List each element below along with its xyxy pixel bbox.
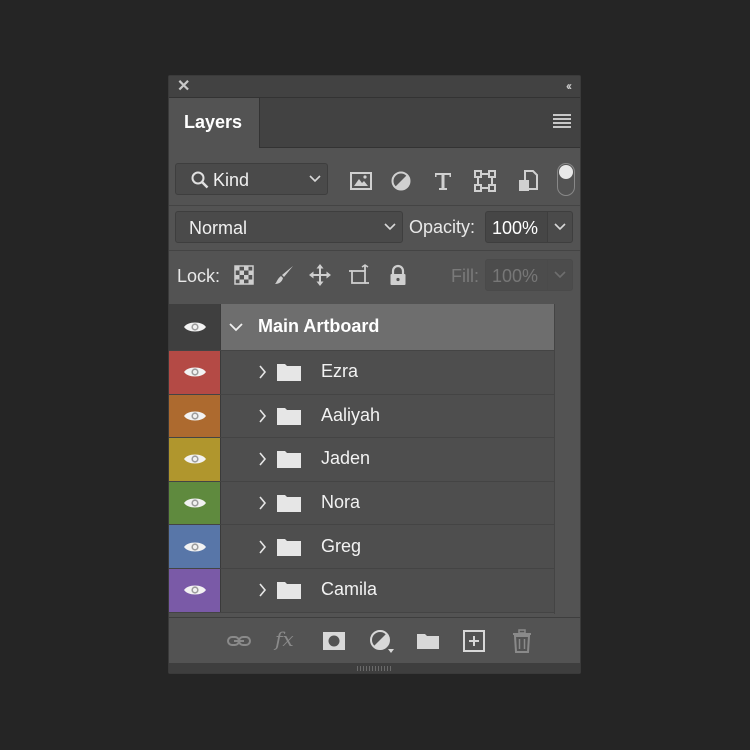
visibility-toggle[interactable] <box>169 394 221 438</box>
visibility-toggle[interactable] <box>169 481 221 525</box>
folder-icon <box>277 495 301 513</box>
image-filter-icon[interactable] <box>349 169 373 193</box>
lock-position-icon[interactable] <box>309 264 331 286</box>
lock-all-icon[interactable] <box>387 264 409 286</box>
eye-icon <box>184 367 206 377</box>
link-layers-icon[interactable] <box>226 628 252 654</box>
layer-row[interactable]: Camila <box>169 569 554 613</box>
eye-icon <box>184 585 206 595</box>
chevron-right-icon[interactable] <box>258 365 268 379</box>
layer-row[interactable]: Nora <box>169 481 554 526</box>
layer-name: Main Artboard <box>258 316 380 336</box>
new-layer-icon[interactable] <box>461 628 487 654</box>
divider <box>169 205 580 206</box>
filter-row: Kind <box>169 149 580 205</box>
kind-filter-label: Kind <box>213 170 250 190</box>
opacity-label: Opacity: <box>409 217 476 237</box>
shape-filter-icon[interactable] <box>473 169 497 193</box>
opacity-slider-button[interactable] <box>547 211 573 243</box>
layer-list: Main Artboard Ezra Aaliyah Jaden Nora Greg Cam… <box>169 304 554 614</box>
chevron-right-icon[interactable] <box>258 409 268 423</box>
panel-footer: fx <box>169 617 580 663</box>
layer-list-scrollbar[interactable] <box>554 304 580 614</box>
folder-icon <box>277 451 301 469</box>
panel-resize-handle[interactable] <box>169 663 580 673</box>
layer-name: Ezra <box>321 361 359 382</box>
eye-icon <box>184 322 206 332</box>
folder-icon <box>277 364 301 382</box>
chevron-down-icon <box>554 223 566 231</box>
blend-mode-value: Normal <box>189 218 248 238</box>
lock-transparent-pixels-icon[interactable] <box>233 264 255 286</box>
eye-icon <box>184 498 206 508</box>
new-adjustment-layer-icon[interactable] <box>368 628 394 654</box>
chevron-down-icon <box>384 223 396 231</box>
panel-title-bar: ✕ ‹‹ <box>169 76 580 98</box>
layer-name: Nora <box>321 492 361 513</box>
filter-toggle[interactable] <box>557 163 575 196</box>
tab-bar: Layers <box>169 98 580 148</box>
fx-icon[interactable]: fx <box>275 627 294 651</box>
tab-layers[interactable]: Layers <box>169 98 260 148</box>
lock-image-pixels-icon[interactable] <box>273 264 295 286</box>
blend-mode-dropdown[interactable]: Normal <box>175 211 403 243</box>
layer-name: Camila <box>321 579 378 600</box>
new-group-icon[interactable] <box>415 628 441 654</box>
layer-row[interactable]: Ezra <box>169 351 554 395</box>
visibility-toggle[interactable] <box>169 569 221 612</box>
fill-label: Fill: <box>451 266 479 286</box>
lock-label: Lock: <box>177 266 221 286</box>
kind-filter-dropdown[interactable]: Kind <box>175 163 328 195</box>
folder-icon <box>277 538 301 556</box>
layer-name: Greg <box>321 535 362 556</box>
type-filter-icon[interactable] <box>431 169 455 193</box>
folder-icon <box>277 582 301 600</box>
chevron-down-icon <box>554 271 566 279</box>
chevron-right-icon[interactable] <box>258 540 268 554</box>
layer-row[interactable]: Aaliyah <box>169 394 554 439</box>
layer-name: Aaliyah <box>321 404 381 425</box>
visibility-toggle[interactable] <box>169 438 221 481</box>
layers-panel: ✕ ‹‹ Layers Kind Normal Opacity: 100% Lo… <box>168 75 581 674</box>
layer-row-artboard[interactable]: Main Artboard <box>169 304 554 351</box>
visibility-toggle[interactable] <box>169 351 221 394</box>
adjustment-filter-icon[interactable] <box>389 169 413 193</box>
chevron-right-icon[interactable] <box>258 452 268 466</box>
opacity-field[interactable]: 100% <box>485 211 548 243</box>
layer-name: Jaden <box>321 448 371 469</box>
lock-row: Lock: Fill: 100% <box>169 251 580 299</box>
chevron-right-icon[interactable] <box>258 583 268 597</box>
collapse-icon[interactable]: ‹‹ <box>566 79 572 93</box>
visibility-toggle[interactable] <box>169 304 221 350</box>
chevron-down-icon[interactable] <box>228 320 244 334</box>
lock-artboard-icon[interactable] <box>348 264 370 286</box>
close-icon[interactable]: ✕ <box>177 79 190 95</box>
add-mask-icon[interactable] <box>321 628 347 654</box>
smart-object-filter-icon[interactable] <box>516 169 540 193</box>
visibility-toggle[interactable] <box>169 525 221 568</box>
eye-icon <box>184 411 206 421</box>
layer-row[interactable]: Jaden <box>169 438 554 482</box>
chevron-down-icon <box>309 175 321 183</box>
fill-slider-button[interactable] <box>547 259 573 291</box>
hamburger-menu-icon[interactable] <box>553 114 571 128</box>
fill-field[interactable]: 100% <box>485 259 548 291</box>
chevron-right-icon[interactable] <box>258 496 268 510</box>
eye-icon <box>184 454 206 464</box>
delete-layer-icon[interactable] <box>509 628 535 654</box>
eye-icon <box>184 542 206 552</box>
layer-row[interactable]: Greg <box>169 525 554 569</box>
search-icon <box>191 171 209 189</box>
folder-icon <box>277 407 301 425</box>
